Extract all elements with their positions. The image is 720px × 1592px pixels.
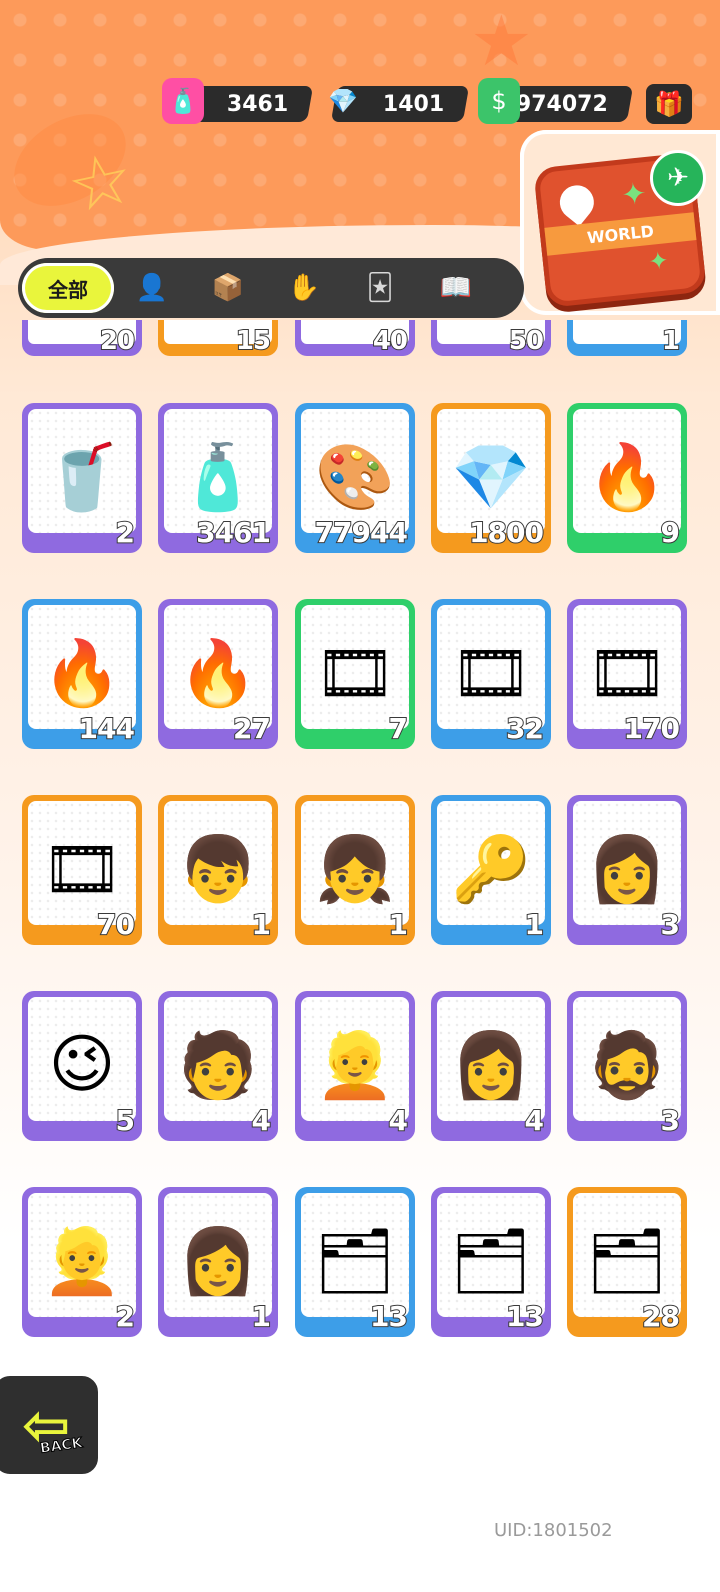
item-count: 13 [369,1299,409,1334]
item-count: 77944 [314,515,409,550]
inventory-item-partial[interactable]: 40 [295,320,415,357]
inventory-item[interactable]: 🔥 9 [567,403,687,553]
inventory-item[interactable]: 👩 3 [567,795,687,945]
item-count: 1800 [468,515,545,550]
inventory-item[interactable]: 👦 1 [158,795,278,945]
item-count: 170 [623,711,681,746]
inventory-item[interactable]: 🎨 77944 [295,403,415,553]
item-count: 144 [78,711,136,746]
item-count: 2 [114,1299,136,1334]
back-button[interactable]: ⇦ BACK [0,1372,102,1478]
inventory-grid: 20 15 40 50 1 🥤 2 🧴 3461 🎨 77944 💎 1800 🔥 9 🔥 144 🔥 27 🎞 7 🎞 3… [0,0,720,1592]
inventory-item[interactable]: 👧 1 [295,795,415,945]
inventory-item[interactable]: 🧔 3 [567,991,687,1141]
inventory-item[interactable]: 🥤 2 [22,403,142,553]
item-count: 4 [387,1103,409,1138]
item-count: 2 [114,515,136,550]
inventory-item[interactable]: 😉 5 [22,991,142,1141]
user-id: UID:1801502 [494,1520,613,1541]
item-count: 4 [523,1103,545,1138]
item-count: 3461 [195,515,272,550]
inventory-item[interactable]: 🔥 27 [158,599,278,749]
inventory-item[interactable]: 🧴 3461 [158,403,278,553]
item-count: 1 [250,1299,272,1334]
item-count: 9 [659,515,681,550]
inventory-item[interactable]: 🎞 70 [22,795,142,945]
inventory-item[interactable]: 👱 4 [295,991,415,1141]
item-count: 1 [523,907,545,942]
inventory-item-partial[interactable]: 1 [567,320,687,357]
inventory-item-partial[interactable]: 50 [431,320,551,357]
item-count: 28 [641,1299,681,1334]
item-count: 1 [250,907,272,942]
item-count: 5 [114,1103,136,1138]
inventory-item[interactable]: 👩 4 [431,991,551,1141]
inventory-item[interactable]: 🧑 4 [158,991,278,1141]
item-count: 32 [505,711,545,746]
item-count: 3 [659,1103,681,1138]
item-count: 7 [387,711,409,746]
item-count: 50 [508,325,545,357]
inventory-item-partial[interactable]: 15 [158,320,278,357]
inventory-item[interactable]: 🗂 13 [295,1187,415,1337]
item-count: 4 [250,1103,272,1138]
inventory-item[interactable]: 🎞 32 [431,599,551,749]
item-count: 20 [99,325,136,357]
inventory-item[interactable]: 👩 1 [158,1187,278,1337]
item-count: 15 [235,325,272,357]
inventory-item[interactable]: 💎 1800 [431,403,551,553]
inventory-item[interactable]: 🔑 1 [431,795,551,945]
inventory-item[interactable]: 🎞 7 [295,599,415,749]
item-count: 1 [661,325,681,357]
inventory-item-partial[interactable]: 20 [22,320,142,357]
inventory-item[interactable]: 🎞 170 [567,599,687,749]
inventory-item[interactable]: 👱 2 [22,1187,142,1337]
item-count: 13 [505,1299,545,1334]
item-count: 40 [372,325,409,357]
inventory-item[interactable]: 🗂 28 [567,1187,687,1337]
item-count: 1 [387,907,409,942]
item-count: 70 [96,907,136,942]
item-count: 3 [659,907,681,942]
item-count: 27 [232,711,272,746]
inventory-item[interactable]: 🗂 13 [431,1187,551,1337]
inventory-item[interactable]: 🔥 144 [22,599,142,749]
